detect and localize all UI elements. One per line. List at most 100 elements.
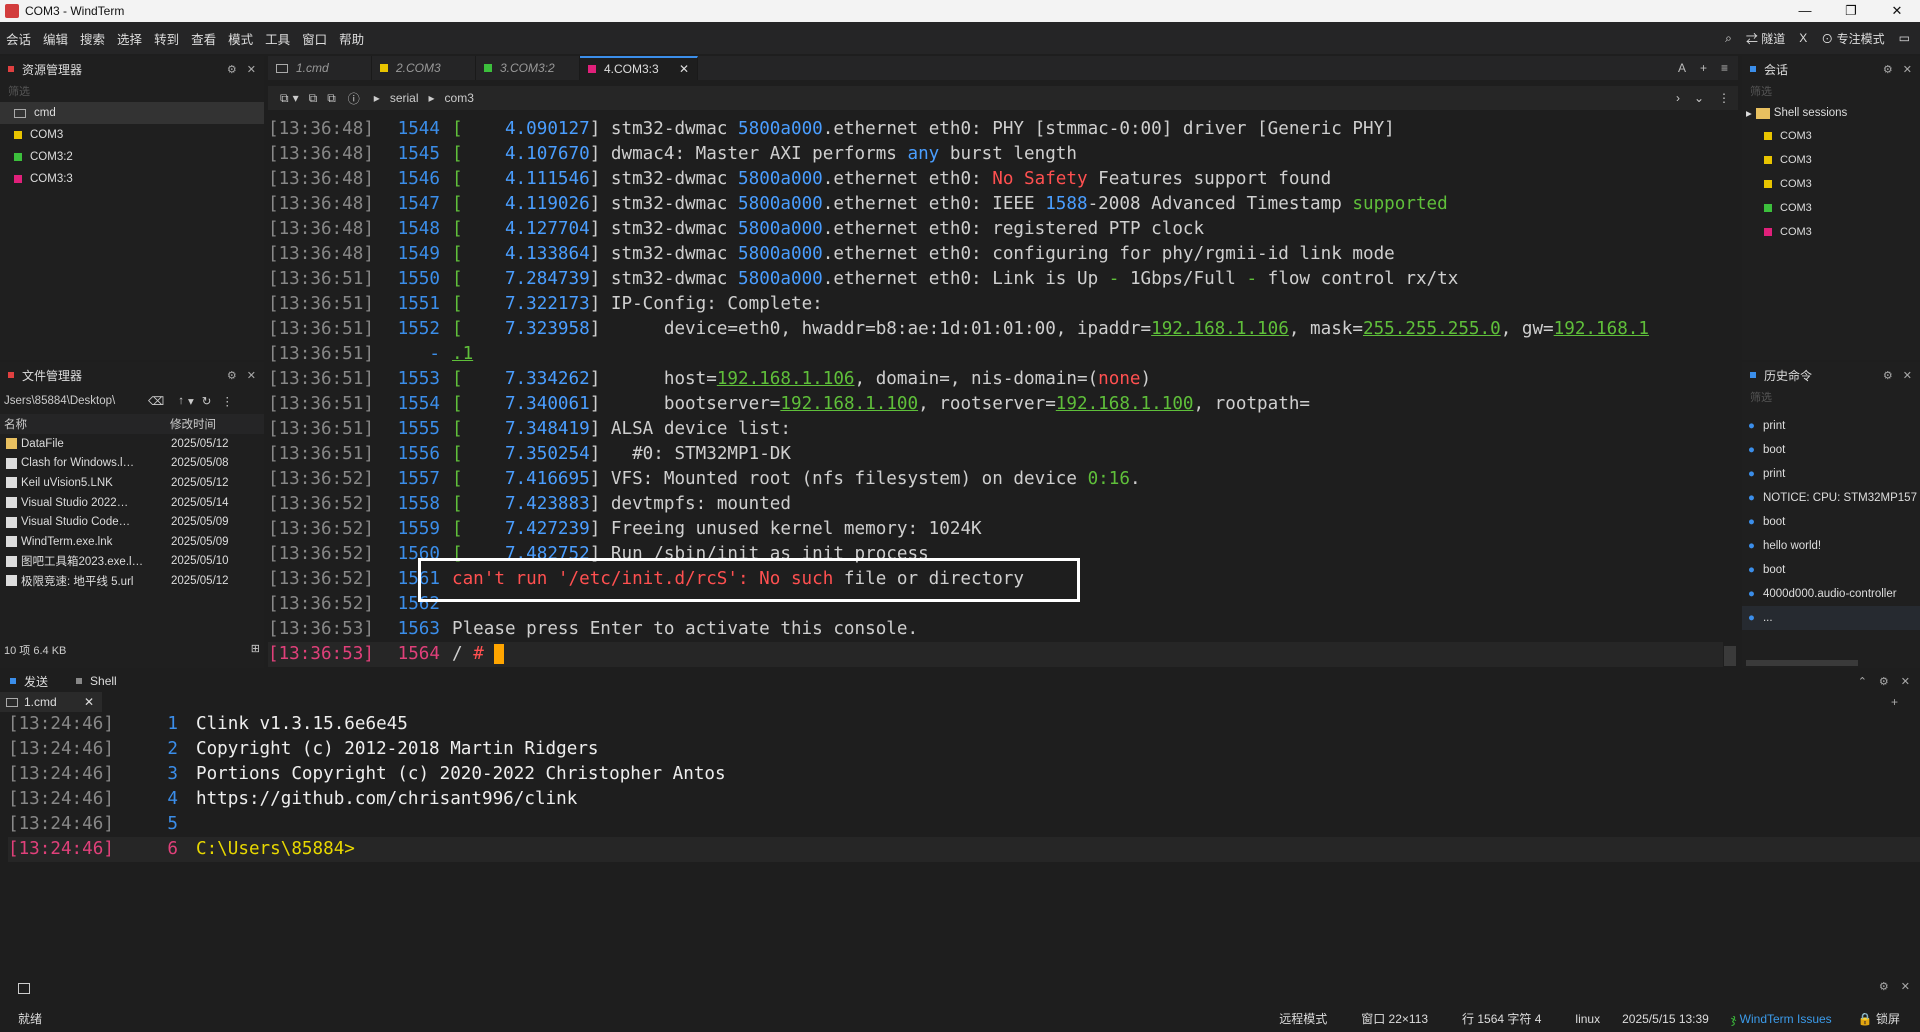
tab-2-com3[interactable]: 2.COM3: [372, 56, 476, 80]
settings-icon[interactable]: ⚙: [1883, 63, 1893, 76]
menu-select[interactable]: 选择: [111, 29, 148, 48]
terminal-scrollbar[interactable]: [1724, 646, 1736, 666]
history-scrollbar[interactable]: [1746, 660, 1858, 666]
breadcrumb-serial[interactable]: serial: [390, 91, 419, 105]
font-size-icon[interactable]: A: [1678, 61, 1686, 75]
history-item[interactable]: ● print: [1742, 414, 1920, 438]
tab-4-com3-3[interactable]: 4.COM3:3 ✕: [580, 56, 698, 80]
history-item[interactable]: ● boot: [1742, 558, 1920, 582]
path-input[interactable]: Jsers\85884\Desktop\: [4, 395, 144, 407]
session-item[interactable]: COM3: [1742, 220, 1920, 244]
dropdown-icon[interactable]: ▾: [293, 91, 299, 105]
column-name-header[interactable]: 名称: [0, 416, 170, 432]
up-icon[interactable]: ↑: [178, 395, 184, 407]
file-row[interactable]: Visual Studio 2022… 2025/05/14: [0, 493, 264, 513]
close-icon[interactable]: ✕: [1901, 980, 1910, 993]
menu-window[interactable]: 窗口: [296, 29, 333, 48]
file-row[interactable]: WindTerm.exe.lnk 2025/05/09: [0, 532, 264, 552]
duplicate-icon[interactable]: ⧉: [309, 91, 318, 106]
new-session-icon[interactable]: ⧉: [280, 91, 289, 106]
tab-send[interactable]: 发送: [24, 673, 48, 690]
maximize-button[interactable]: ❐: [1828, 0, 1874, 22]
chevron-down-icon[interactable]: ⌄: [1694, 91, 1704, 105]
history-item[interactable]: ● hello world!: [1742, 534, 1920, 558]
close-icon[interactable]: ✕: [1903, 369, 1912, 382]
history-item[interactable]: ● NOTICE: CPU: STM32MP157: [1742, 486, 1920, 510]
layout-icon[interactable]: ▭: [1899, 31, 1910, 45]
info-icon[interactable]: ⓘ: [348, 90, 360, 107]
x-button[interactable]: X: [1799, 31, 1807, 45]
explorer-item-cmd[interactable]: cmd: [0, 102, 264, 124]
session-item[interactable]: COM3: [1742, 172, 1920, 196]
status-issues-link[interactable]: ჯ WindTerm Issues: [1731, 1012, 1832, 1026]
file-row[interactable]: Clash for Windows.l… 2025/05/08: [0, 454, 264, 474]
tab-3-com3-2[interactable]: 3.COM3:2: [476, 56, 580, 80]
menu-tools[interactable]: 工具: [259, 29, 296, 48]
history-filter-input[interactable]: 筛选: [1742, 388, 1920, 408]
settings-icon[interactable]: ⚙: [1883, 369, 1893, 382]
menu-help[interactable]: 帮助: [333, 29, 370, 48]
close-icon[interactable]: ✕: [1901, 675, 1910, 688]
shell-sessions-group[interactable]: ▸ Shell sessions: [1742, 102, 1920, 124]
status-remote-mode[interactable]: 远程模式: [1279, 1010, 1327, 1027]
cmd-output[interactable]: [13:24:46] 1 Clink v1.3.15.6e6e45 [13:24:46…: [0, 712, 1920, 862]
tab-close-icon[interactable]: ✕: [679, 62, 689, 76]
clear-icon[interactable]: ⌫: [148, 394, 164, 408]
send-panel-icon[interactable]: [18, 983, 30, 994]
focus-mode-button[interactable]: ⊙ 专注模式: [1821, 30, 1884, 47]
add-subtab-icon[interactable]: +: [1891, 695, 1898, 709]
settings-icon[interactable]: ⚙: [227, 369, 237, 382]
more-icon[interactable]: ⋮: [1718, 91, 1730, 105]
close-button[interactable]: ✕: [1874, 0, 1920, 22]
session-item[interactable]: COM3: [1742, 124, 1920, 148]
subtab-1-cmd[interactable]: 1.cmd ✕: [0, 692, 102, 712]
collapse-icon[interactable]: ⌃: [1858, 675, 1867, 688]
close-icon[interactable]: ✕: [247, 369, 256, 382]
column-time-header[interactable]: 修改时间: [170, 416, 216, 432]
settings-icon[interactable]: ⚙: [1879, 980, 1889, 993]
close-icon[interactable]: ✕: [1903, 63, 1912, 76]
file-row[interactable]: 极限竞速: 地平线 5.url 2025/05/12: [0, 571, 264, 591]
menu-goto[interactable]: 转到: [148, 29, 185, 48]
refresh-icon[interactable]: ↻: [202, 394, 212, 408]
terminal-output[interactable]: [13:36:48] 1544[ 4.090127] stm32-dwmac 58…: [268, 117, 1723, 669]
search-icon[interactable]: ⌕: [1725, 31, 1732, 46]
settings-icon[interactable]: ⚙: [227, 63, 237, 76]
chevron-right-icon[interactable]: ›: [1676, 91, 1680, 105]
breadcrumb-com3[interactable]: com3: [445, 91, 474, 105]
menu-session[interactable]: 会话: [0, 29, 37, 48]
history-item[interactable]: ● boot: [1742, 438, 1920, 462]
session-item[interactable]: COM3: [1742, 148, 1920, 172]
minimize-button[interactable]: —: [1782, 0, 1828, 22]
subtab-close-icon[interactable]: ✕: [84, 695, 94, 709]
add-tab-icon[interactable]: +: [1700, 61, 1707, 75]
tab-shell[interactable]: Shell: [90, 674, 117, 688]
new-folder-icon[interactable]: ⊞: [251, 642, 260, 658]
explorer-item-com3-2[interactable]: COM3:2: [0, 146, 264, 168]
more-icon[interactable]: ⋮: [221, 394, 233, 408]
history-item[interactable]: ●...: [1742, 606, 1920, 630]
history-item[interactable]: ● print: [1742, 462, 1920, 486]
menu-view[interactable]: 查看: [185, 29, 222, 48]
copy-icon[interactable]: ⧉: [327, 91, 336, 106]
session-item[interactable]: COM3: [1742, 196, 1920, 220]
sessions-filter-input[interactable]: 筛选: [1742, 82, 1920, 102]
menu-search[interactable]: 搜索: [74, 29, 111, 48]
file-row[interactable]: 图吧工具箱2023.exe.l… 2025/05/10: [0, 552, 264, 572]
tab-1-cmd[interactable]: 1.cmd: [268, 56, 372, 80]
explorer-filter-input[interactable]: 筛选: [0, 82, 264, 102]
file-row[interactable]: Keil uVision5.LNK 2025/05/12: [0, 473, 264, 493]
menu-edit[interactable]: 编辑: [37, 29, 74, 48]
explorer-item-com3-3[interactable]: COM3:3: [0, 168, 264, 190]
explorer-item-com3[interactable]: COM3: [0, 124, 264, 146]
menu-mode[interactable]: 模式: [222, 29, 259, 48]
file-row[interactable]: DataFile 2025/05/12: [0, 434, 264, 454]
tunnel-button[interactable]: ⇄ 隧道: [1746, 30, 1785, 47]
close-icon[interactable]: ✕: [247, 63, 256, 76]
status-lock-button[interactable]: 🔒 锁屏: [1858, 1010, 1900, 1027]
tab-menu-icon[interactable]: ≡: [1721, 61, 1728, 75]
history-item[interactable]: ● 4000d000.audio-controller: [1742, 582, 1920, 606]
history-item[interactable]: ● boot: [1742, 510, 1920, 534]
settings-icon[interactable]: ⚙: [1879, 675, 1889, 688]
dropdown-icon[interactable]: ▾: [188, 394, 194, 408]
